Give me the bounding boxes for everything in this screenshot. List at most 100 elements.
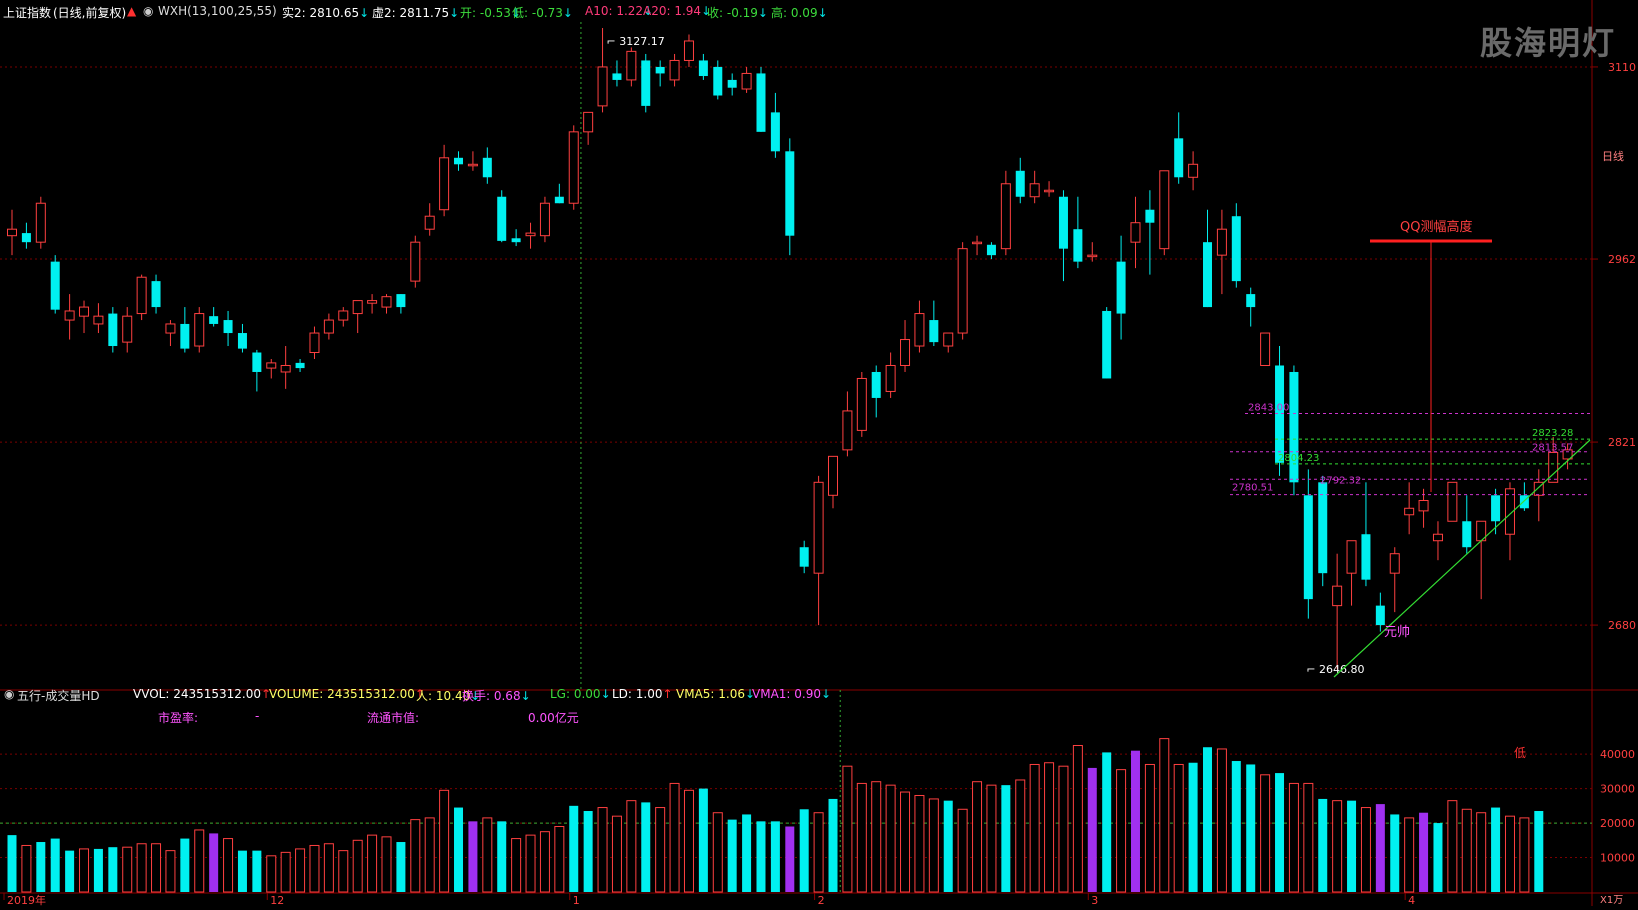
volume-bar-down	[770, 821, 780, 892]
volume-bar-down	[1203, 747, 1213, 892]
candle-body-up	[93, 315, 104, 325]
volume-bar-down	[641, 802, 651, 892]
x-tick-label: 2	[818, 894, 825, 906]
candle-body-up	[813, 481, 824, 574]
volume-bar-down	[180, 838, 190, 892]
volume-bar-up	[597, 807, 608, 893]
candle-body-up	[583, 111, 594, 133]
candle-body-up	[439, 157, 450, 211]
volume-bar-down	[1433, 823, 1443, 892]
volume-tick-label: 10000	[1600, 852, 1635, 865]
candle-body-up	[1130, 222, 1141, 243]
header-item: 低: -0.73↓	[512, 6, 573, 20]
up-arrow-icon[interactable]: ▲	[127, 4, 136, 18]
header-item: VMA5: 1.06↓	[676, 687, 756, 701]
candle-body-down	[727, 79, 737, 88]
volume-bar-down	[1390, 814, 1400, 892]
chart-svg[interactable]: 268028212962311010000200003000040000X1万日…	[0, 0, 1638, 907]
indicator-name[interactable]: WXH(13,100,25,55)	[158, 4, 277, 18]
candle-body-down	[799, 547, 809, 567]
volume-bar-up	[482, 817, 493, 893]
volume-bar-up	[1072, 745, 1083, 893]
candle-body-down	[1073, 229, 1083, 262]
candle-body-up	[381, 296, 392, 308]
header-item: 实2: 2810.65↓	[282, 6, 370, 20]
volume-bar-up	[655, 807, 666, 893]
volume-bar-up	[986, 784, 997, 893]
candle-body-up	[1404, 507, 1415, 516]
settings-circle-icon[interactable]: ◉	[4, 687, 14, 701]
volume-bar-up	[1144, 763, 1155, 893]
candle-body-down	[929, 320, 939, 343]
candle-body-up	[79, 306, 90, 317]
volume-bar-up	[1116, 769, 1127, 893]
candle-body-up	[539, 202, 550, 237]
header-item: VMA1: 0.90↓	[752, 687, 832, 701]
candle-body-down	[511, 238, 521, 243]
arrow-down-icon: ↓	[757, 6, 768, 20]
candle-body-down	[50, 261, 60, 310]
volume-bar-up	[1015, 779, 1026, 893]
index-name: 上证指数	[3, 6, 52, 20]
candle-body-down	[151, 281, 161, 308]
volume-bar-up	[151, 843, 162, 893]
arrow-up-icon: ↑	[662, 687, 673, 701]
volume-bar-up	[1058, 765, 1069, 893]
candle-body-up	[467, 163, 478, 167]
volume-bar-up	[1303, 782, 1314, 893]
x-tick-label: 12	[270, 894, 284, 906]
volume-tick-label: 40000	[1600, 748, 1635, 761]
level-label: 2813.57	[1532, 443, 1573, 454]
x-tick-label: 1	[573, 894, 580, 906]
volume-bar-down	[1246, 764, 1256, 892]
x-tick-label: 4	[1408, 894, 1415, 906]
volume-bar-up	[1173, 763, 1184, 893]
volume-bar-up	[885, 784, 896, 893]
candle-body-down	[713, 66, 723, 96]
candle-body-up	[1087, 254, 1098, 258]
arrow-down-icon: ↓	[562, 6, 573, 20]
arrow-down-icon: ↓	[600, 687, 611, 701]
header-item: 换手: 0.68↓	[462, 689, 531, 703]
x-tick-label: 2019年	[7, 893, 46, 906]
volume-bar-up	[511, 838, 522, 893]
high-label: ⌐ 3127.17	[607, 35, 665, 48]
arrow-down-icon: ↓	[520, 689, 531, 703]
volume-bar-down	[396, 842, 406, 892]
candle-body-down	[396, 294, 406, 308]
volume-bar-up	[410, 819, 421, 893]
candle-body-down	[986, 244, 996, 256]
candle-body-down	[641, 60, 651, 106]
chart-mode: (日线,前复权)	[53, 6, 127, 20]
candle-body-down	[1275, 365, 1285, 463]
volume-bar-up	[813, 812, 824, 893]
volume-bar-down	[1318, 798, 1328, 892]
candle-body-up	[7, 228, 17, 237]
candle-body-up	[1188, 163, 1199, 178]
volume-bar-down	[1001, 785, 1011, 892]
volume-bar-up	[1044, 762, 1055, 893]
volume-panel-name[interactable]: 五行-成交量HD	[17, 687, 100, 704]
yuanshuai-label: 元帅	[1384, 625, 1410, 640]
candle-body-up	[525, 232, 536, 237]
volume-bar-up	[1519, 817, 1530, 893]
volume-bar-down	[252, 850, 262, 892]
volume-bar-purple	[1087, 767, 1097, 892]
watermark: 股海明灯	[1479, 24, 1616, 62]
chart-stage[interactable]: 2680 2821 2962 3110 10000 20000 30000 40000 X1万日…	[0, 0, 1638, 907]
volume-bar-up	[295, 848, 306, 893]
candle-body-up	[1389, 553, 1400, 574]
header-item: VOLUME: 243515312.00↑	[269, 687, 425, 701]
volume-bar-up	[525, 834, 536, 893]
candle-body-up	[741, 72, 752, 90]
candle-body-down	[785, 151, 795, 236]
candle-body-down	[1491, 495, 1501, 522]
volume-bar-up	[669, 782, 680, 893]
candle-body-up	[972, 241, 983, 245]
candle-body-down	[1303, 495, 1313, 600]
candle-body-down	[209, 316, 219, 324]
settings-circle-icon[interactable]: ◉	[143, 4, 153, 18]
candle-body-down	[871, 371, 881, 398]
volume-bar-down	[50, 838, 60, 892]
candle-body-up	[1044, 189, 1055, 193]
